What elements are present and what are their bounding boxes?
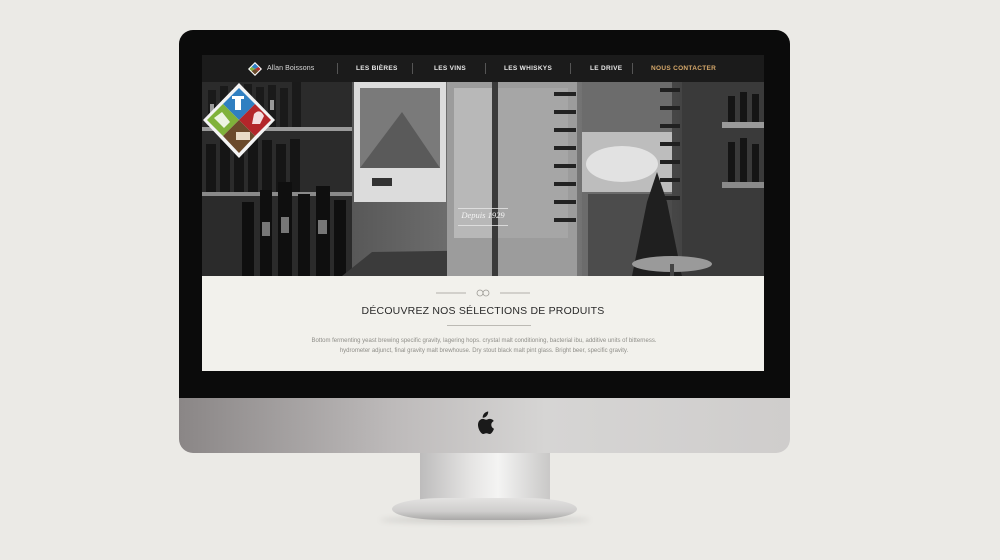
monitor-stand-neck bbox=[420, 453, 550, 501]
website-screen: Allan Boissons LES BIÈRES LES VINS LES W… bbox=[202, 55, 764, 371]
monitor-stand-foot bbox=[392, 498, 577, 520]
nav-item-bieres[interactable]: LES BIÈRES bbox=[356, 55, 398, 82]
nav-item-contact[interactable]: NOUS CONTACTER bbox=[651, 55, 716, 82]
tagline-rule-bottom bbox=[458, 225, 508, 226]
nav-separator bbox=[570, 63, 571, 74]
nav-separator bbox=[337, 63, 338, 74]
top-navbar: Allan Boissons LES BIÈRES LES VINS LES W… bbox=[202, 55, 764, 82]
section-title: DÉCOUVREZ NOS SÉLECTIONS DE PRODUITS bbox=[361, 305, 605, 317]
hero-logo-badge bbox=[203, 83, 275, 158]
shop-interior-photo bbox=[202, 82, 764, 276]
imac-mockup: Allan Boissons LES BIÈRES LES VINS LES W… bbox=[0, 0, 1000, 560]
products-section: DÉCOUVREZ NOS SÉLECTIONS DE PRODUITS Bot… bbox=[202, 276, 764, 371]
section-description: Bottom fermenting yeast brewing specific… bbox=[311, 338, 657, 354]
tagline-rule-top bbox=[458, 208, 508, 209]
nav-item-drive[interactable]: LE DRIVE bbox=[590, 55, 622, 82]
nav-separator bbox=[485, 63, 486, 74]
hero-banner: Depuis 1929 bbox=[202, 82, 764, 276]
nav-item-vins[interactable]: LES VINS bbox=[434, 55, 466, 82]
ornament-divider-icon bbox=[436, 289, 530, 297]
brand-logo-link[interactable]: Allan Boissons bbox=[248, 55, 314, 82]
brand-diamond-icon bbox=[248, 61, 262, 76]
apple-logo-icon bbox=[478, 411, 494, 435]
title-underline bbox=[447, 325, 531, 326]
nav-separator bbox=[632, 63, 633, 74]
nav-separator bbox=[412, 63, 413, 74]
brand-name: Allan Boissons bbox=[267, 65, 315, 72]
hero-tagline: Depuis 1929 bbox=[461, 210, 505, 220]
nav-item-whiskys[interactable]: LES WHISKYS bbox=[504, 55, 552, 82]
